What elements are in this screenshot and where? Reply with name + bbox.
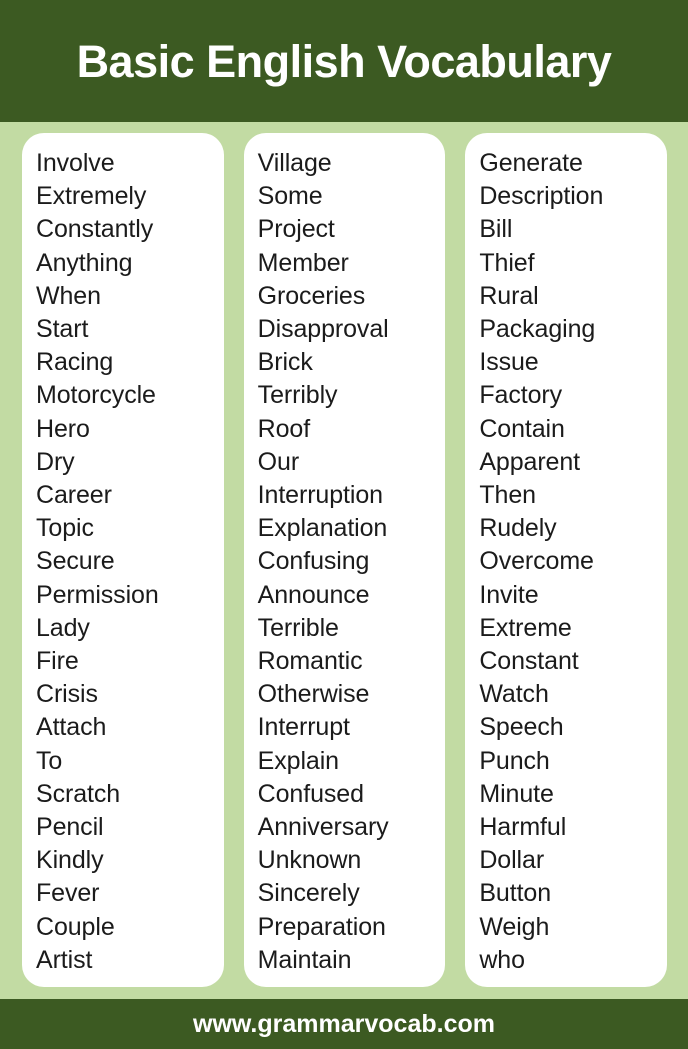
word-item: Project (257, 215, 335, 244)
word-item: Invite (479, 580, 539, 609)
word-item: Member (257, 248, 349, 277)
word-item: Rural (479, 281, 539, 310)
word-item: Contain (479, 414, 565, 443)
word-item: who (479, 945, 525, 974)
word-item: Start (36, 315, 89, 344)
word-item: Explanation (257, 514, 388, 543)
word-item: Pencil (36, 813, 104, 842)
page-title: Basic English Vocabulary (76, 35, 612, 87)
word-item: Permission (36, 580, 159, 609)
word-item: Generate (479, 149, 583, 177)
word-item: Confusing (257, 547, 370, 576)
word-list-1: Involve Extremely Constantly Anything When St… (22, 147, 224, 977)
word-item: Scratch (36, 779, 121, 808)
word-list-3: Generate Description Bill Thief Rural Packagi… (465, 147, 667, 977)
word-item: Brick (257, 348, 313, 377)
word-item: Village (257, 149, 332, 177)
word-item: Roof (257, 414, 311, 443)
word-item: Constant (479, 647, 579, 676)
word-item: Romantic (257, 647, 363, 676)
word-item: Artist (36, 945, 93, 974)
word-item: Unknown (257, 846, 362, 875)
word-item: Anything (36, 248, 133, 277)
word-item: Groceries (257, 281, 366, 310)
word-item: Issue (479, 348, 539, 377)
word-item: Terrible (257, 613, 339, 642)
word-item: To (36, 746, 63, 775)
word-item: Secure (36, 547, 115, 576)
word-item: Career (36, 481, 112, 510)
word-item: Speech (479, 713, 564, 742)
word-item: Explain (257, 746, 339, 775)
word-item: Involve (36, 149, 115, 177)
word-item: Sincerely (257, 879, 360, 908)
word-item: Extremely (36, 182, 147, 211)
header-banner: Basic English Vocabulary (0, 0, 688, 122)
word-item: Fever (36, 879, 100, 908)
word-item: Harmful (479, 813, 567, 842)
word-item: Anniversary (257, 813, 389, 842)
word-item: Disapproval (257, 315, 389, 344)
word-card-2: Village Some Project Member Groceries Disappr… (243, 133, 446, 988)
word-item: Button (479, 879, 552, 908)
word-item: Thief (479, 248, 535, 277)
word-columns-container: Involve Extremely Constantly Anything When St… (0, 122, 688, 1000)
word-item: Otherwise (257, 680, 370, 709)
vocabulary-poster: Basic English Vocabulary Involve Extremel… (0, 0, 688, 1049)
word-item: When (36, 281, 101, 310)
word-item: Apparent (479, 447, 581, 476)
word-item: Punch (479, 746, 550, 775)
word-item: Preparation (257, 912, 386, 941)
word-item: Bill (479, 215, 513, 244)
word-item: Racing (36, 348, 114, 377)
word-item: Fire (36, 647, 79, 676)
word-item: Our (257, 447, 300, 476)
word-item: Then (479, 481, 536, 510)
word-item: Dollar (479, 846, 545, 875)
word-item: Weigh (479, 912, 550, 941)
word-card-1: Involve Extremely Constantly Anything When St… (22, 133, 224, 988)
word-item: Constantly (36, 215, 154, 244)
word-item: Topic (36, 514, 94, 543)
word-item: Maintain (257, 945, 352, 974)
word-item: Overcome (479, 547, 594, 576)
word-item: Packaging (479, 315, 596, 344)
word-item: Factory (479, 381, 562, 410)
word-item: Interruption (257, 481, 383, 510)
word-item: Motorcycle (36, 381, 156, 410)
word-item: Crisis (36, 680, 98, 709)
word-list-2: Village Some Project Member Groceries Disappr… (244, 147, 446, 977)
word-item: Hero (36, 414, 90, 443)
word-item: Kindly (36, 846, 104, 875)
word-item: Lady (36, 613, 90, 642)
word-item: Extreme (479, 613, 572, 642)
word-item: Announce (257, 580, 370, 609)
footer-banner: www.grammarvocab.com (0, 999, 688, 1049)
word-item: Rudely (479, 514, 557, 543)
word-item: Minute (479, 779, 554, 808)
word-item: Some (257, 182, 323, 211)
website-url: www.grammarvocab.com (193, 1009, 495, 1038)
word-item: Confused (257, 779, 364, 808)
word-item: Interrupt (257, 713, 350, 742)
word-item: Watch (479, 680, 549, 709)
word-item: Description (479, 182, 604, 211)
word-item: Attach (36, 713, 107, 742)
word-item: Dry (36, 447, 75, 476)
word-item: Couple (36, 912, 115, 941)
word-card-3: Generate Description Bill Thief Rural Packagi… (465, 133, 668, 988)
word-item: Terribly (257, 381, 338, 410)
